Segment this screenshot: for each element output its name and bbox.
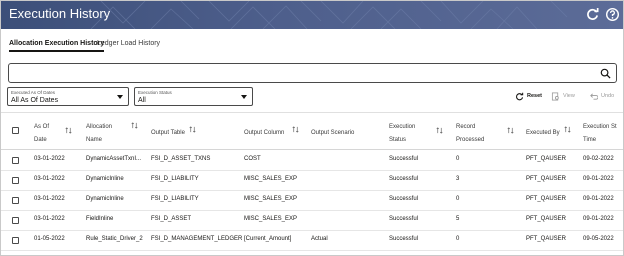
cell-allocation-name: FieldInline	[86, 216, 114, 222]
execution-status-select[interactable]: Execution Status All	[134, 87, 253, 106]
cell-execution-status: Successful	[389, 176, 419, 182]
cell-output-table: FSI_D_LIABILITY	[151, 196, 199, 202]
cell-allocation-name: DynamicInline	[86, 176, 124, 182]
cell-record-processed: 0	[456, 156, 460, 162]
view-button[interactable]: View	[551, 91, 575, 101]
cell-execution-status: Successful	[389, 216, 419, 222]
row-checkbox[interactable]	[12, 157, 19, 164]
sort-icon[interactable]	[65, 127, 72, 134]
row-checkbox[interactable]	[12, 177, 19, 184]
search-icon[interactable]	[600, 68, 611, 79]
view-label: View	[563, 93, 575, 99]
column-header-execution-status[interactable]: Execution Status	[389, 121, 415, 147]
sort-icon[interactable]	[189, 126, 196, 133]
cell-executed-by: PFT_QAUSER	[526, 176, 567, 182]
cell-execution-start-time: 09-05-2022	[583, 236, 614, 242]
undo-icon	[590, 92, 598, 100]
sort-icon[interactable]	[507, 127, 514, 134]
table-row[interactable]: 03-01-2022 FieldInline FSI_D_ASSET MISC_…	[1, 210, 623, 231]
row-checkbox[interactable]	[12, 237, 19, 244]
cell-allocation-name: Rule_Static_Driver_2	[86, 236, 143, 242]
executed-as-of-dates-label: Executed As Of Dates	[11, 90, 56, 95]
cell-executed-by: PFT_QAUSER	[526, 236, 567, 242]
search-input[interactable]	[15, 67, 585, 80]
cell-record-processed: 5	[456, 216, 460, 222]
cell-executed-by: PFT_QAUSER	[526, 216, 567, 222]
cell-execution-start-time: 09-01-2022	[583, 196, 614, 202]
execution-history-table: As Of Date Allocation Name Output Table Ou…	[1, 112, 623, 255]
cell-output-table: FSI_D_MANAGEMENT_LEDGER	[151, 236, 243, 242]
row-checkbox[interactable]	[12, 197, 19, 204]
sort-icon[interactable]	[292, 126, 299, 133]
cell-output-column: MISC_SALES_EXP	[244, 196, 298, 202]
cell-execution-start-time: 09-02-2022	[583, 156, 614, 162]
cell-output-column: COST	[244, 156, 261, 162]
execution-history-page: Execution History Allocation Execution H…	[0, 0, 624, 256]
cell-output-scenario: Actual	[311, 236, 328, 242]
table-row[interactable]: 03-01-2022 DynamicAssetTxnI... FSI_D_ASS…	[1, 150, 623, 171]
cell-as-of-date: 03-01-2022	[34, 176, 65, 182]
sort-icon[interactable]	[564, 126, 571, 133]
column-header-output-table[interactable]: Output Table	[151, 127, 185, 140]
column-header-as-of-date[interactable]: As Of Date	[34, 121, 49, 147]
cell-output-table: FSI_D_ASSET_TXNS	[151, 156, 211, 162]
reset-icon	[516, 92, 524, 100]
cell-record-processed: 3	[456, 176, 460, 182]
cell-allocation-name: DynamicInline	[86, 196, 124, 202]
cell-output-table: FSI_D_LIABILITY	[151, 176, 199, 182]
cell-executed-by: PFT_QAUSER	[526, 196, 567, 202]
cell-record-processed: 0	[456, 236, 460, 242]
page-title: Execution History	[9, 6, 111, 21]
column-header-record-processed[interactable]: Record Processed	[456, 121, 484, 147]
executed-as-of-dates-value: All As Of Dates	[11, 97, 59, 104]
execution-status-label: Execution Status	[138, 90, 172, 95]
cell-output-table: FSI_D_ASSET	[151, 216, 192, 222]
sort-icon[interactable]	[436, 127, 443, 134]
cell-output-column: MISC_SALES_EXP	[244, 216, 298, 222]
cell-executed-by: PFT_QAUSER	[526, 156, 567, 162]
reset-button[interactable]: Reset	[515, 91, 542, 101]
cell-execution-start-time: 09-01-2022	[583, 176, 614, 182]
select-all-checkbox[interactable]	[12, 127, 19, 134]
cell-allocation-name: DynamicAssetTxnI...	[86, 156, 142, 162]
row-checkbox[interactable]	[12, 217, 19, 224]
cell-record-processed: 0	[456, 196, 460, 202]
column-header-output-scenario[interactable]: Output Scenario	[311, 127, 354, 140]
reset-label: Reset	[527, 93, 542, 99]
refresh-icon[interactable]	[585, 7, 600, 22]
table-row[interactable]: 03-01-2022 DynamicInline FSI_D_LIABILITY…	[1, 190, 623, 211]
cell-execution-start-time: 09-01-2022	[583, 216, 614, 222]
cell-execution-status: Successful	[389, 236, 419, 242]
tab-allocation-execution-history[interactable]: Allocation Execution History	[9, 40, 105, 52]
cell-as-of-date: 03-01-2022	[34, 156, 65, 162]
table-header: As Of Date Allocation Name Output Table Ou…	[1, 112, 623, 150]
cell-output-column: MISC_SALES_EXP	[244, 176, 298, 182]
executed-as-of-dates-select[interactable]: Executed As Of Dates All As Of Dates	[7, 87, 129, 106]
cell-as-of-date: 03-01-2022	[34, 216, 65, 222]
undo-button[interactable]: Undo	[589, 91, 614, 101]
help-icon[interactable]	[605, 7, 620, 22]
table-row[interactable]: 03-01-2022 DynamicInline FSI_D_LIABILITY…	[1, 170, 623, 191]
execution-status-value: All	[138, 97, 146, 104]
cell-execution-status: Successful	[389, 196, 419, 202]
column-header-executed-by[interactable]: Executed By	[526, 127, 560, 140]
chevron-down-icon	[117, 95, 123, 99]
view-icon	[551, 91, 559, 101]
search-box	[8, 63, 617, 83]
column-header-allocation-name[interactable]: Allocation Name	[86, 121, 112, 147]
cell-as-of-date: 01-05-2022	[34, 236, 65, 242]
tab-ledger-load-history[interactable]: Ledger Load History	[97, 40, 160, 47]
column-header-execution-start-time[interactable]: Execution St Time	[583, 121, 617, 147]
cell-output-column: [Current_Amount]	[244, 236, 292, 242]
cell-as-of-date: 03-01-2022	[34, 196, 65, 202]
sort-icon[interactable]	[131, 122, 138, 129]
undo-label: Undo	[601, 93, 615, 99]
page-header: Execution History	[1, 1, 623, 29]
column-header-output-column[interactable]: Output Column	[244, 127, 284, 140]
table-row[interactable]: 01-05-2022 Rule_Static_Driver_2 FSI_D_MA…	[1, 230, 623, 251]
chevron-down-icon	[241, 95, 247, 99]
cell-execution-status: Successful	[389, 156, 419, 162]
